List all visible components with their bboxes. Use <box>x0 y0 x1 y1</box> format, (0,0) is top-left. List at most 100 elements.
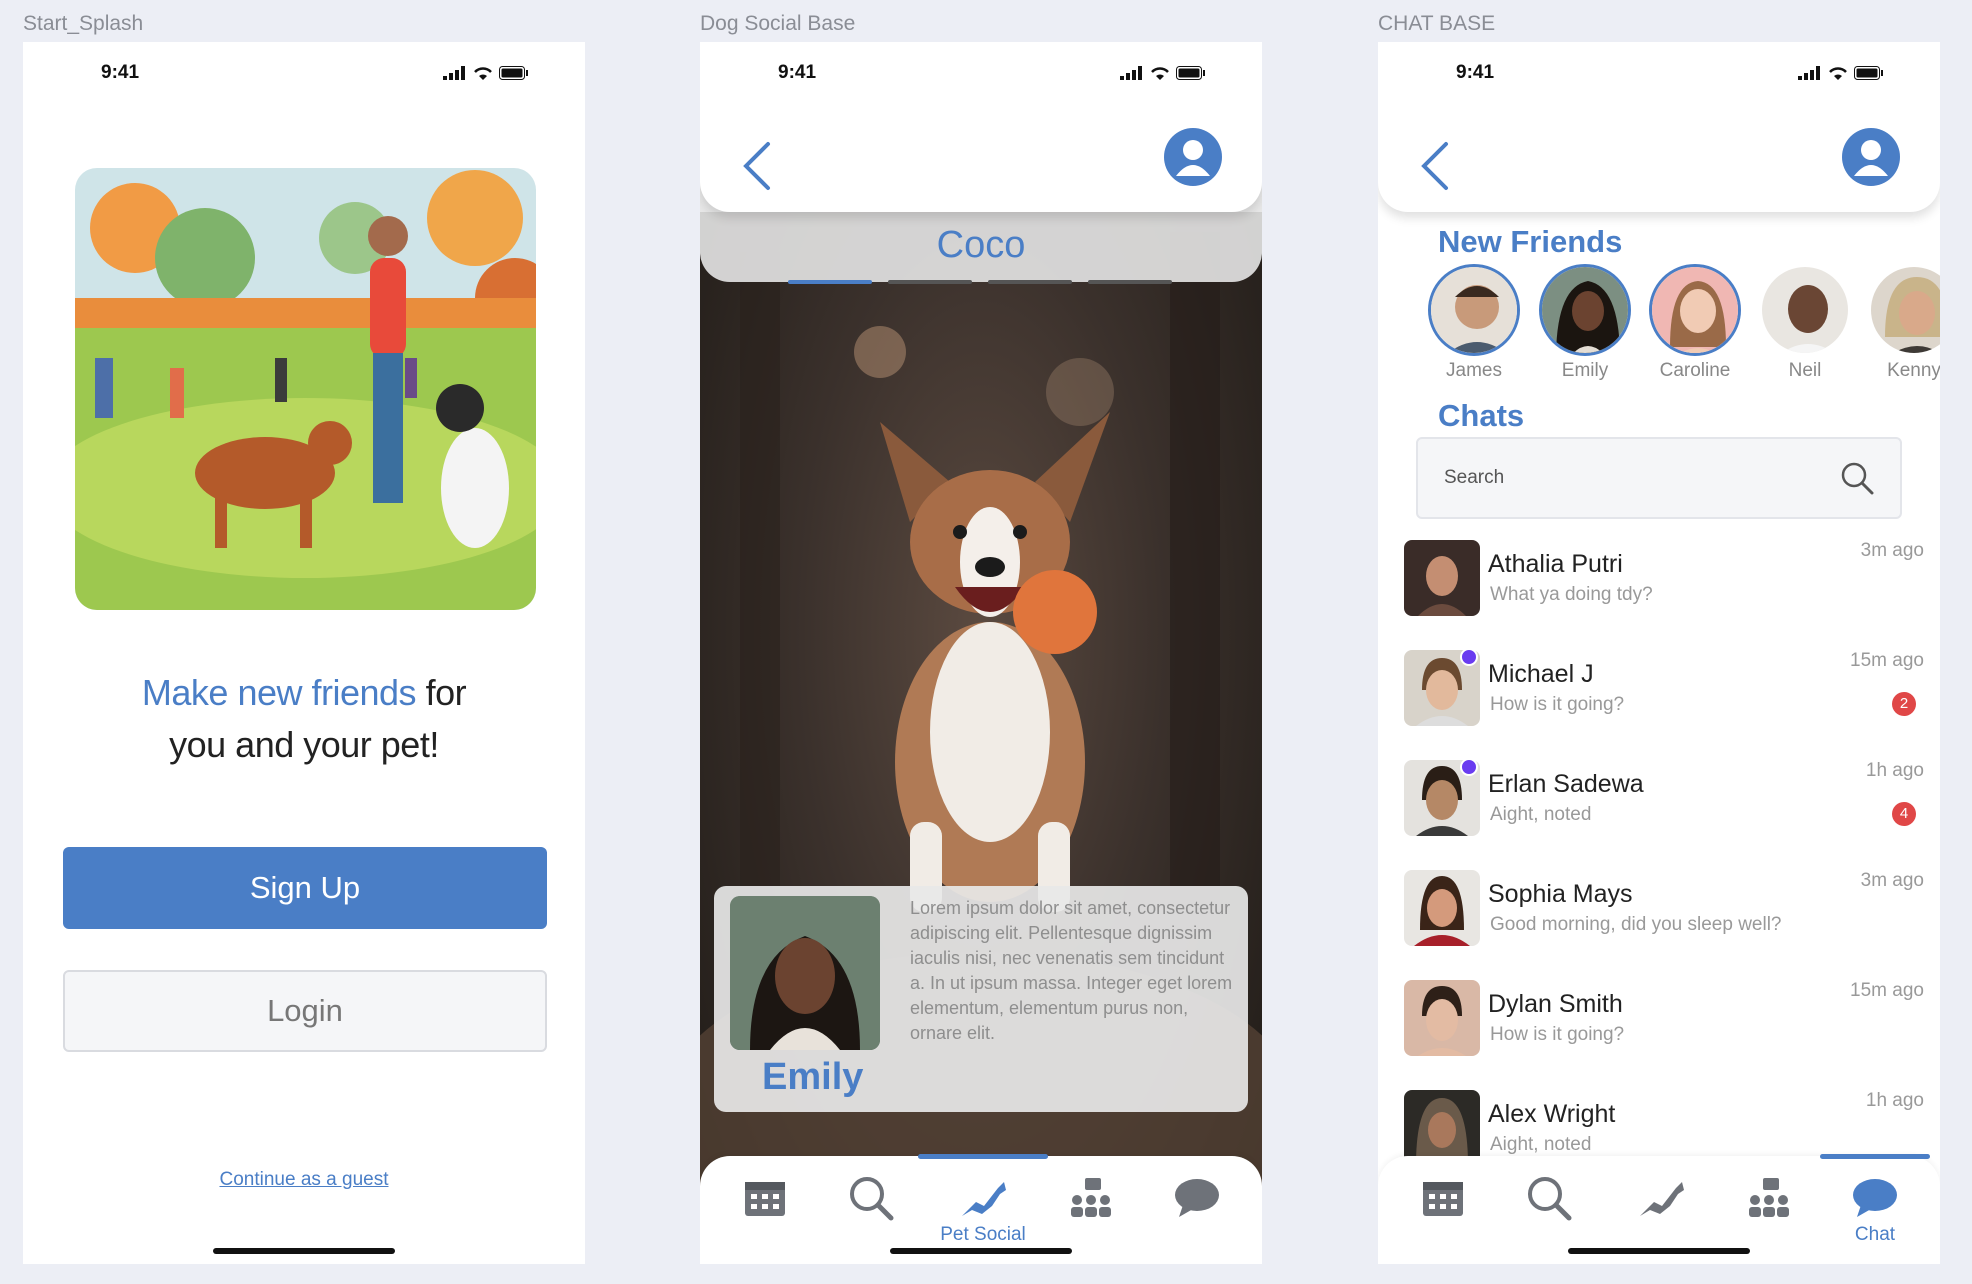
tab-chat[interactable] <box>1840 1168 1910 1228</box>
login-button[interactable]: Login <box>63 970 547 1052</box>
signal-icon <box>1798 66 1820 80</box>
chat-row-erlan[interactable]: Erlan Sadewa Aight, noted 1h ago 4 <box>1404 758 1924 840</box>
chat-time: 1h ago <box>1865 760 1924 781</box>
frame-label-social: Dog Social Base <box>700 12 856 35</box>
chat-name: Alex Wright <box>1488 1100 1616 1128</box>
chat-message: Aight, noted <box>1490 804 1592 825</box>
owner-bio: Lorem ipsum dolor sit amet, consectetur … <box>910 898 1233 1043</box>
profile-avatar-icon[interactable] <box>1842 128 1900 186</box>
photo-page-indicator-1[interactable] <box>788 280 872 284</box>
search-icon <box>850 1177 894 1221</box>
profile-avatar-icon[interactable] <box>1164 128 1222 186</box>
chat-name: Dylan Smith <box>1488 990 1623 1018</box>
tab-calendar[interactable] <box>1408 1168 1478 1228</box>
friend-name: Emily <box>1561 360 1609 381</box>
chat-row-athalia[interactable]: Athalia Putri What ya doing tdy? 3m ago <box>1404 540 1924 620</box>
wifi-icon <box>1151 67 1169 80</box>
search-placeholder: Search <box>1444 467 1505 488</box>
chat-name: Sophia Mays <box>1488 880 1633 908</box>
friend-name: Neil <box>1788 360 1822 381</box>
pet-social-screen: 9:41 Coco Lorem ipsum dolor sit amet, co… <box>700 42 1262 1264</box>
jumping-dog-icon <box>1640 1182 1684 1216</box>
chat-message: How is it going? <box>1490 1024 1625 1045</box>
headline-accent: Make new friends <box>141 672 417 713</box>
photo-page-indicator-3[interactable] <box>988 280 1072 284</box>
friend-avatar <box>1759 264 1851 356</box>
community-icon <box>1071 1178 1111 1217</box>
tab-community[interactable] <box>1056 1168 1126 1228</box>
chat-time: 3m ago <box>1860 870 1924 891</box>
chat-time: 3m ago <box>1860 540 1924 561</box>
dog-park-illustration <box>75 168 536 610</box>
friend-caroline[interactable]: Caroline <box>1647 264 1743 382</box>
chat-message: Aight, noted <box>1490 1134 1592 1155</box>
online-indicator <box>1460 648 1478 666</box>
back-chevron-icon[interactable] <box>740 140 774 192</box>
friend-kenny[interactable]: Kenny <box>1866 264 1940 382</box>
new-friends-title: New Friends <box>1438 224 1623 259</box>
friend-avatar <box>1649 264 1741 356</box>
tab-search[interactable] <box>1514 1168 1584 1228</box>
tab-pet-social[interactable] <box>1626 1168 1696 1228</box>
chats-title: Chats <box>1438 398 1525 433</box>
status-time: 9:41 <box>1456 62 1495 83</box>
chat-avatar <box>1404 870 1480 946</box>
home-indicator <box>213 1248 395 1254</box>
unread-badge: 4 <box>1892 802 1916 826</box>
friend-name: Caroline <box>1659 360 1731 381</box>
friend-james[interactable]: James <box>1426 264 1522 382</box>
chat-time: 1h ago <box>1865 1090 1924 1111</box>
jumping-dog-icon <box>962 1182 1006 1216</box>
chat-search-input[interactable]: Search <box>1416 437 1902 519</box>
friend-avatar <box>1539 264 1631 356</box>
active-tab-indicator <box>1820 1154 1930 1159</box>
dog-photo[interactable] <box>840 402 1140 922</box>
status-bar: 9:41 <box>23 42 585 102</box>
tab-calendar[interactable] <box>730 1168 800 1228</box>
chat-bubble-icon <box>1175 1179 1219 1217</box>
tab-community[interactable] <box>1734 1168 1804 1228</box>
friend-emily[interactable]: Emily <box>1537 264 1633 382</box>
battery-icon <box>499 66 528 80</box>
friend-neil[interactable]: Neil <box>1757 264 1853 382</box>
active-tab-indicator <box>918 1154 1048 1159</box>
owner-profile-card[interactable]: Lorem ipsum dolor sit amet, consectetur … <box>714 886 1248 1112</box>
tab-chat[interactable] <box>1162 1168 1232 1228</box>
chat-time: 15m ago <box>1850 650 1924 671</box>
unread-badge: 2 <box>1892 692 1916 716</box>
pet-name: Coco <box>936 224 1026 266</box>
frame-label-splash: Start_Splash <box>23 12 144 35</box>
continue-as-guest-link[interactable]: Continue as a guest <box>23 1169 585 1191</box>
tab-search[interactable] <box>836 1168 906 1228</box>
home-indicator <box>890 1248 1072 1254</box>
chat-row-michael[interactable]: Michael J How is it going? 15m ago 2 <box>1404 648 1924 730</box>
sign-up-button[interactable]: Sign Up <box>63 847 547 929</box>
chat-screen: 9:41 New Friends James Emily Caroline Ne… <box>1378 42 1940 1264</box>
photo-page-indicator-4[interactable] <box>1088 280 1172 284</box>
splash-headline: Make new friends for you and your pet! <box>23 667 585 771</box>
top-header: 9:41 <box>1378 42 1940 212</box>
friend-name: Kenny <box>1887 360 1940 381</box>
chat-row-sophia[interactable]: Sophia Mays Good morning, did you sleep … <box>1404 870 1924 950</box>
friend-avatar <box>1428 264 1520 356</box>
chat-time: 15m ago <box>1850 980 1924 1001</box>
top-header: 9:41 <box>700 42 1262 212</box>
search-icon[interactable] <box>1840 461 1874 495</box>
wifi-icon <box>1829 67 1847 80</box>
headline-line2: you and your pet! <box>169 724 439 765</box>
tab-pet-social[interactable] <box>948 1168 1018 1228</box>
online-indicator <box>1460 758 1478 776</box>
chat-row-dylan[interactable]: Dylan Smith How is it going? 15m ago <box>1404 980 1924 1060</box>
chat-avatar <box>1404 540 1480 616</box>
status-bar: 9:41 <box>700 42 1262 102</box>
owner-name: Emily <box>762 1056 864 1098</box>
status-icons <box>1120 66 1206 80</box>
status-icons <box>1798 66 1884 80</box>
frame-label-chat: CHAT BASE <box>1378 12 1496 35</box>
search-icon <box>1528 1177 1572 1221</box>
photo-page-indicator-2[interactable] <box>888 280 972 284</box>
status-icons <box>443 66 529 80</box>
status-time: 9:41 <box>778 62 817 83</box>
home-indicator <box>1568 1248 1750 1254</box>
back-chevron-icon[interactable] <box>1418 140 1452 192</box>
